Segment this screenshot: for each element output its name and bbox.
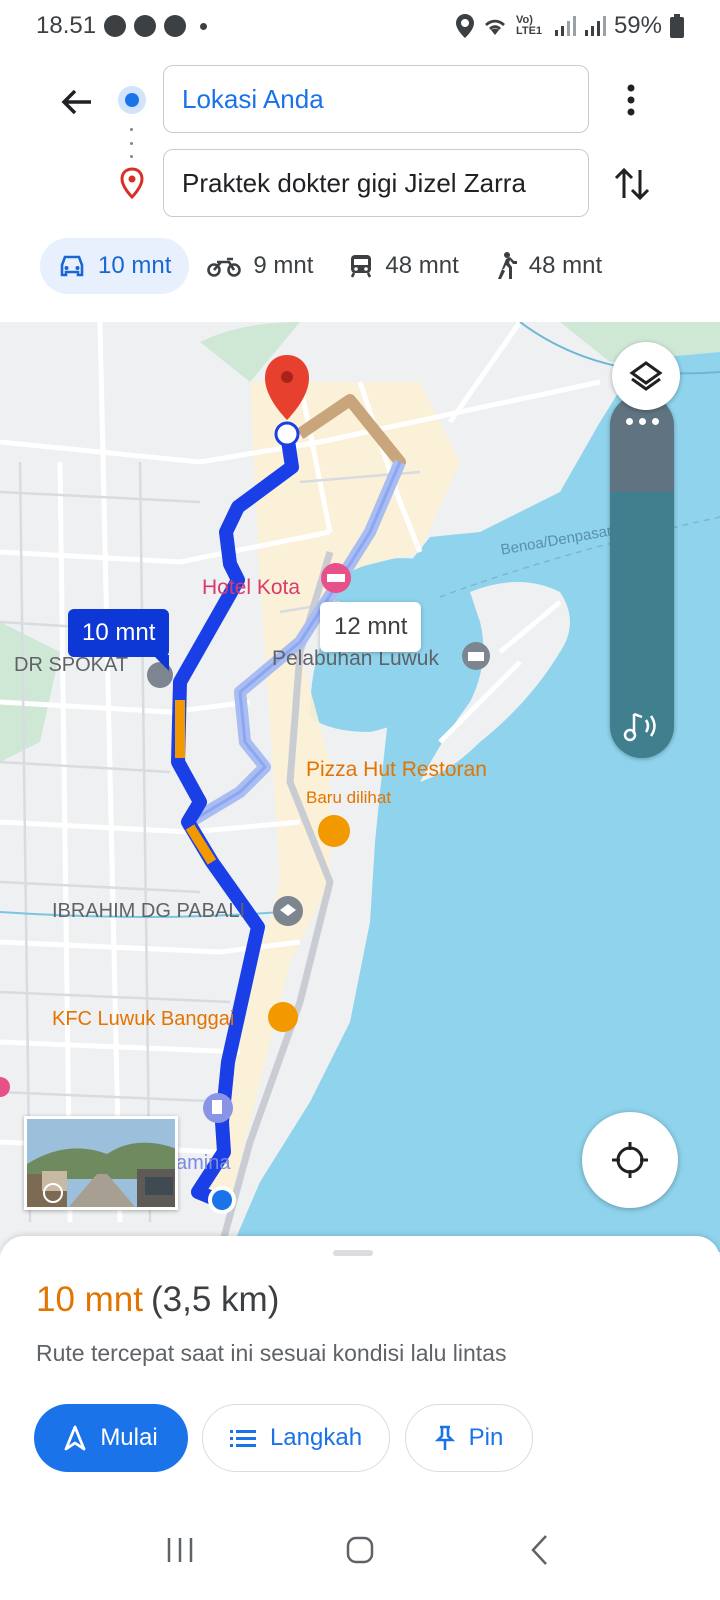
- walk-icon: [497, 252, 517, 279]
- destination-field[interactable]: Praktek dokter gigi Jizel Zarra: [163, 149, 589, 217]
- whatsapp-icon: [134, 15, 157, 37]
- home-icon: [346, 1536, 374, 1564]
- route-description: Rute tercepat saat ini sesuai kondisi la…: [36, 1340, 507, 1366]
- route-distance: (3,5 km): [151, 1280, 280, 1319]
- battery-percent: 59%: [613, 12, 662, 39]
- wifi-icon: [484, 19, 505, 35]
- swap-button[interactable]: [612, 162, 652, 206]
- mode-motorcycle-tab[interactable]: 9 mnt: [189, 238, 331, 294]
- back-button[interactable]: [55, 80, 99, 124]
- more-vert-icon: [627, 84, 635, 116]
- battery-icon: [670, 14, 684, 38]
- location-icon: [455, 14, 474, 38]
- back-nav-button[interactable]: [510, 1520, 570, 1580]
- pin-button-label: Pin: [468, 1424, 504, 1451]
- origin-field[interactable]: Lokasi Anda: [163, 65, 589, 133]
- line-app-icon: [104, 15, 127, 37]
- volume-panel[interactable]: [610, 394, 674, 758]
- music-volume-icon: [623, 712, 656, 742]
- map-label-kfc[interactable]: KFC Luwuk Banggai: [52, 1008, 234, 1031]
- route-summary: 10 mnt (3,5 km): [36, 1280, 279, 1320]
- car-icon: [60, 255, 84, 277]
- sheet-drag-handle[interactable]: [333, 1250, 373, 1256]
- mode-transit-tab[interactable]: 48 mnt: [331, 238, 476, 294]
- map-label-pertamina[interactable]: amina: [176, 1152, 230, 1175]
- home-button[interactable]: [330, 1520, 390, 1580]
- steps-button-label: Langkah: [269, 1424, 363, 1451]
- my-location-button[interactable]: [582, 1112, 678, 1208]
- pin-button[interactable]: Pin: [405, 1404, 533, 1472]
- whatsapp-business-icon: [164, 15, 187, 37]
- crosshair-icon: [612, 1142, 648, 1178]
- motorcycle-icon: [207, 257, 242, 277]
- arrow-back-icon: [61, 89, 91, 115]
- mode-walk-tab[interactable]: 48 mnt: [477, 238, 620, 294]
- map-label-pizza-hut[interactable]: Pizza Hut Restoran: [306, 758, 487, 782]
- mode-motorcycle-label: 9 mnt: [253, 252, 314, 279]
- list-icon: [229, 1430, 256, 1447]
- pushpin-icon: [434, 1425, 455, 1450]
- signal-icon-2: [584, 16, 606, 36]
- recent-apps-button[interactable]: [150, 1520, 210, 1580]
- alt-route-duration-callout[interactable]: 12 mnt: [320, 602, 422, 652]
- map-view[interactable]: Benoa/Denpasar Hotel Kota DR SPOKAT Pela…: [0, 322, 720, 1252]
- map-label-ibrahim[interactable]: IBRAHIM DG PABALI: [52, 900, 245, 923]
- map-label-dr-spokat[interactable]: DR SPOKAT: [14, 654, 128, 677]
- network-label: Vo) LTE1: [515, 14, 543, 37]
- navigation-arrow-icon: [64, 1425, 86, 1451]
- status-bar: 18.51 Vo) LTE1 59%: [0, 0, 720, 52]
- maps-directions-screen: 18.51 Vo) LTE1 59% Lokasi Anda Praktek d…: [0, 0, 720, 1600]
- train-icon: [351, 255, 372, 278]
- signal-icon: [554, 16, 576, 36]
- map-label-recently-viewed: Baru dilihat: [306, 788, 392, 807]
- system-nav-bar: [0, 1500, 720, 1600]
- mode-car-label: 10 mnt: [98, 252, 172, 279]
- route-dots-icon: [130, 128, 134, 158]
- street-view-thumbnail[interactable]: [24, 1116, 178, 1210]
- more-horiz-icon: [626, 418, 659, 425]
- map-label-hotel-kota[interactable]: Hotel Kota: [202, 576, 300, 600]
- mode-car-tab[interactable]: 10 mnt: [40, 238, 190, 294]
- street-view-image: [27, 1119, 175, 1207]
- travel-mode-tabs: 10 mnt 9 mnt 48 mnt 48 mnt: [40, 238, 680, 294]
- start-button-label: Mulai: [100, 1424, 158, 1451]
- steps-button[interactable]: Langkah: [202, 1404, 390, 1472]
- recent-apps-icon: [167, 1538, 193, 1562]
- more-options-button[interactable]: [616, 80, 646, 120]
- layers-icon: [629, 361, 663, 391]
- origin-dot-icon: [118, 86, 146, 114]
- mode-walk-label: 48 mnt: [528, 252, 603, 279]
- route-duration-callout[interactable]: 10 mnt: [68, 609, 170, 671]
- chevron-left-icon: [531, 1535, 547, 1565]
- mode-transit-label: 48 mnt: [385, 252, 459, 279]
- destination-pin-icon: [118, 167, 146, 204]
- swap-vert-icon: [614, 167, 650, 201]
- layers-button[interactable]: [612, 342, 680, 410]
- directions-header: Lokasi Anda Praktek dokter gigi Jizel Za…: [0, 52, 720, 322]
- status-time: 18.51: [36, 12, 97, 39]
- more-notifications-icon: [200, 22, 208, 30]
- start-button[interactable]: Mulai: [34, 1404, 188, 1472]
- route-duration: 10 mnt: [36, 1280, 143, 1319]
